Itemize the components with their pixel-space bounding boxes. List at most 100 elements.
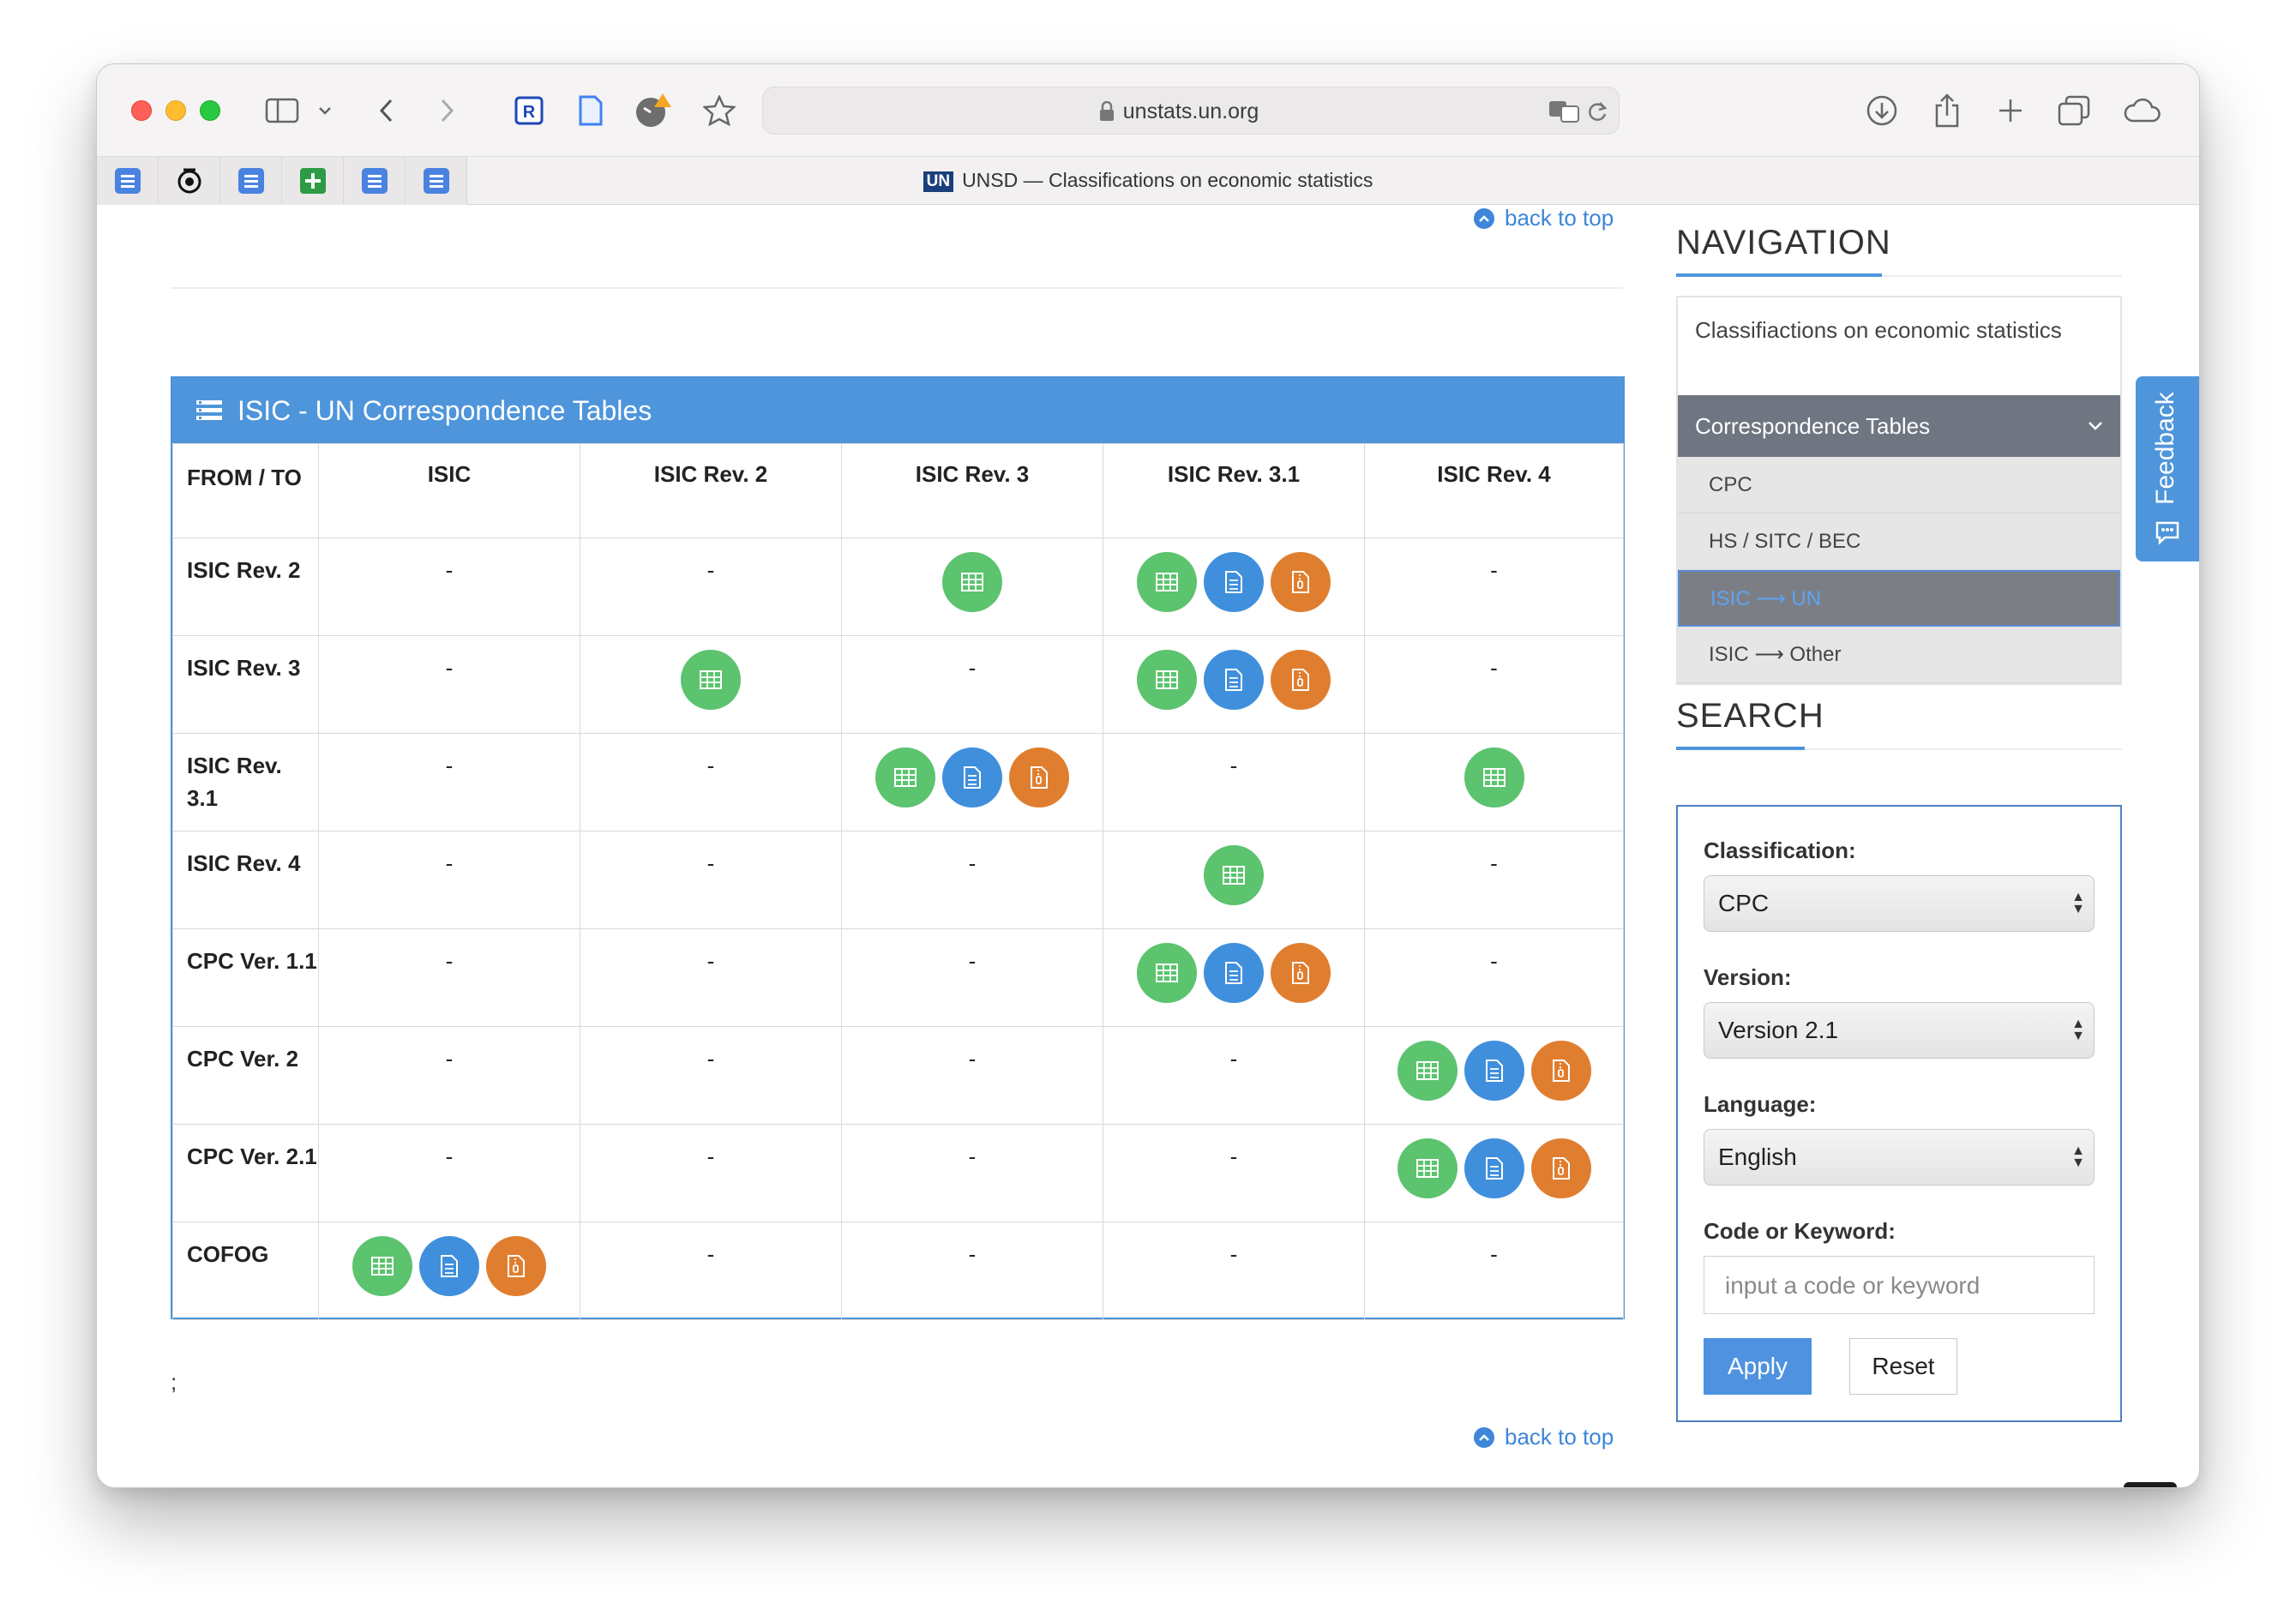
sidebar-icon[interactable] [263,92,301,129]
forward-icon[interactable] [435,92,460,129]
spreadsheet-download-icon[interactable] [681,650,741,710]
zip-download-icon[interactable] [1271,943,1331,1003]
select-arrows-icon: ▲ ▼ [2071,890,2085,916]
row-header: CPC Ver. 2 [172,1026,319,1125]
zip-download-icon[interactable] [1009,747,1069,808]
close-window-button[interactable] [131,100,152,121]
row-header: ISIC Rev. 4 [172,831,319,929]
document-download-icon[interactable] [419,1236,479,1296]
reload-icon[interactable] [1586,99,1608,128]
translate-icon[interactable] [1548,99,1581,128]
spreadsheet-download-icon[interactable] [1464,747,1524,808]
back-to-top-link-lower[interactable]: back to top [1474,1424,1614,1450]
empty-cell: - [1364,635,1624,734]
active-tab[interactable]: UN UNSD — Classifications on economic sta… [97,169,2199,192]
version-select[interactable]: Version 2.1 ▲ ▼ [1704,1002,2095,1059]
column-header: ISIC Rev. 3 [841,443,1103,538]
empty-cell: - [841,1222,1103,1320]
column-header: FROM / TO [172,443,319,538]
empty-cell: - [318,733,580,832]
zoom-window-button[interactable] [200,100,220,121]
document-download-icon[interactable] [1204,943,1264,1003]
spreadsheet-download-icon[interactable] [1137,650,1197,710]
row-header: COFOG [172,1222,319,1320]
table-row: CPC Ver. 1.1- - - - [172,928,1624,1027]
table-header-row: FROM / TO ISIC ISIC Rev. 2 ISIC Rev. 3 ISIC … [172,443,1624,538]
table-row: ISIC Rev. 2--- [172,537,1624,636]
empty-cell: - [1103,1026,1365,1125]
nav-sub-isic-other[interactable]: ISIC ⟶ Other [1678,627,2120,683]
divider [171,287,1623,289]
zip-download-icon[interactable] [486,1236,546,1296]
nav-sub-isic-un[interactable]: ISIC ⟶ UN [1678,570,2120,627]
bookmark-star-icon[interactable] [700,92,738,129]
nav-item-classifications[interactable]: Classifiactions on economic statistics [1678,297,2120,395]
spreadsheet-download-icon[interactable] [352,1236,412,1296]
download-cell [1364,733,1624,832]
spreadsheet-download-icon[interactable] [875,747,935,808]
share-icon[interactable] [1928,92,1966,129]
browser-titlebar: R unstats.un.org [97,64,2199,157]
minimize-window-button[interactable] [165,100,186,121]
row-header: CPC Ver. 1.1 [172,928,319,1027]
classification-select[interactable]: CPC ▲ ▼ [1704,875,2095,932]
table-row: ISIC Rev. 3.1- - - [172,733,1624,832]
document-download-icon[interactable] [1464,1138,1524,1198]
empty-cell: - [318,635,580,734]
active-tab-title: UNSD — Classifications on economic stati… [962,169,1373,191]
tab-bar: UN UNSD — Classifications on economic sta… [97,157,2199,205]
page-content: back to top ISIC - UN Correspondence Tab… [97,205,2199,1487]
address-bar[interactable]: unstats.un.org [762,87,1620,135]
download-cell [580,635,842,734]
language-select[interactable]: English ▲ ▼ [1704,1129,2095,1186]
table-row: ISIC Rev. 4---- [172,831,1624,929]
nav-sub-cpc[interactable]: CPC [1678,457,2120,513]
spreadsheet-download-icon[interactable] [1397,1138,1458,1198]
spreadsheet-download-icon[interactable] [1204,845,1264,905]
reset-button[interactable]: Reset [1849,1338,1957,1395]
zip-download-icon[interactable] [1271,552,1331,612]
document-download-icon[interactable] [1204,650,1264,710]
browser-window: R unstats.un.org UN UNSD — Classificatio… [96,63,2200,1488]
spreadsheet-download-icon[interactable] [1397,1041,1458,1101]
clock-extension-icon[interactable] [634,92,675,129]
language-value: English [1718,1144,1797,1170]
spreadsheet-download-icon[interactable] [1137,943,1197,1003]
table-row: ISIC Rev. 3--- [172,635,1624,734]
keyword-input[interactable]: input a code or keyword [1704,1256,2095,1314]
zip-download-icon[interactable] [1530,1138,1591,1198]
new-tab-icon[interactable] [1992,92,2029,129]
document-download-icon[interactable] [1464,1041,1524,1101]
document-download-icon[interactable] [942,747,1002,808]
empty-cell: - [580,928,842,1027]
row-header: ISIC Rev. 2 [172,537,319,636]
scroll-to-top-button[interactable] [2124,1482,2177,1487]
select-arrows-icon: ▲ ▼ [2071,1017,2085,1043]
download-cell [1103,635,1365,734]
readwise-extension-icon[interactable]: R [512,92,546,129]
back-to-top-link-upper[interactable]: back to top [1474,205,1614,231]
nav-item-correspondence-tables[interactable]: Correspondence Tables [1678,395,2120,457]
document-download-icon[interactable] [1204,552,1264,612]
row-header: ISIC Rev. 3.1 [172,733,319,832]
zip-download-icon[interactable] [1530,1041,1591,1101]
column-header: ISIC Rev. 3.1 [1103,443,1365,538]
feedback-tab[interactable]: Feedback [2136,376,2199,561]
tab-overview-icon[interactable] [2055,92,2093,129]
download-cell [841,733,1103,832]
empty-cell: - [318,928,580,1027]
spreadsheet-download-icon[interactable] [942,552,1002,612]
chevron-down-icon[interactable] [315,92,335,129]
version-value: Version 2.1 [1718,1017,1839,1043]
back-icon[interactable] [373,92,399,129]
spreadsheet-download-icon[interactable] [1137,552,1197,612]
back-to-top-label: back to top [1505,205,1614,231]
zip-download-icon[interactable] [1271,650,1331,710]
document-extension-icon[interactable] [574,92,608,129]
icloud-icon[interactable] [2120,92,2163,129]
downloads-icon[interactable] [1863,92,1901,129]
apply-button[interactable]: Apply [1704,1338,1812,1395]
column-header: ISIC Rev. 4 [1364,443,1624,538]
empty-cell: - [841,1124,1103,1222]
nav-sub-hs-sitc-bec[interactable]: HS / SITC / BEC [1678,513,2120,570]
